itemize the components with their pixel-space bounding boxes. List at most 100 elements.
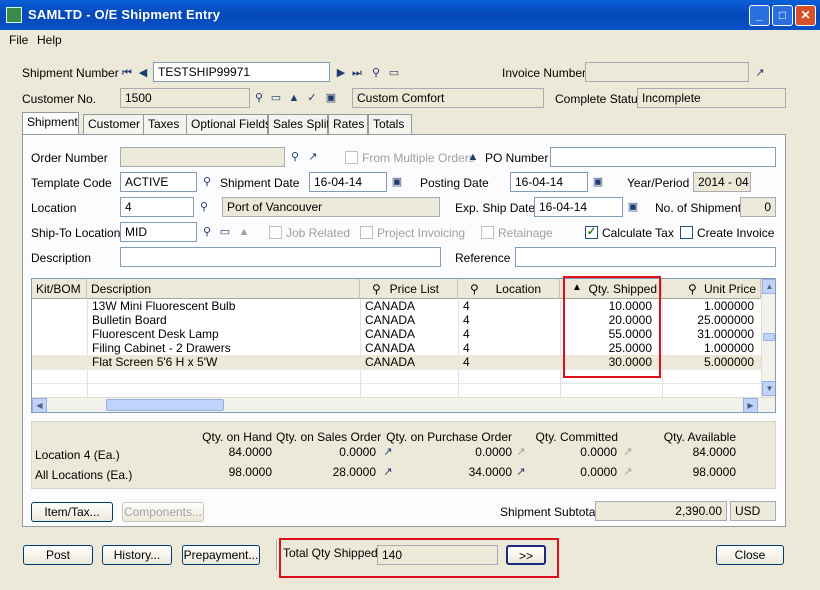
all-purchase-order-drilldown-icon[interactable]: ↗ — [514, 465, 528, 479]
tab-sales-split[interactable]: Sales Split — [268, 114, 330, 134]
template-code-label: Template Code — [31, 176, 112, 190]
post-button[interactable]: Post — [23, 545, 93, 565]
minimize-button[interactable]: _ — [749, 5, 770, 26]
col-unit-price-label: Unit Price — [703, 282, 756, 296]
menu-file[interactable]: File — [9, 33, 28, 47]
tab-shipment[interactable]: Shipment — [22, 112, 79, 134]
calculate-tax-checkbox[interactable]: ✓ — [585, 226, 598, 239]
job-related-checkbox — [269, 226, 282, 239]
shipment-subtotal-field: 2,390.00 — [595, 501, 727, 521]
posting-calendar-icon[interactable]: ▣ — [591, 175, 605, 189]
exp-ship-date-field[interactable]: 16-04-14 — [534, 197, 623, 217]
unit-price-finder-icon[interactable]: ⚲ — [688, 282, 697, 296]
drilldown-icon[interactable]: ↗ — [753, 66, 767, 80]
customer-no-field: 1500 — [120, 88, 250, 108]
customer-check-icon[interactable]: ✓ — [305, 91, 319, 105]
new-document-icon[interactable]: ▭ — [387, 66, 401, 80]
price-list-finder-icon[interactable]: ⚲ — [372, 282, 381, 296]
customer-info-icon[interactable]: ▣ — [324, 91, 338, 105]
po-number-field[interactable] — [550, 147, 776, 167]
ship-to-finder-icon[interactable]: ⚲ — [200, 225, 214, 239]
col-kit-bom[interactable]: Kit/BOM — [32, 279, 87, 299]
row-description: Fluorescent Desk Lamp — [92, 327, 219, 341]
qty-on-purchase-order-header: Qty. on Purchase Order — [386, 430, 512, 444]
all-committed-drilldown-icon: ↗ — [623, 466, 633, 478]
shipment-subtotal-label: Shipment Subtotal — [500, 505, 599, 519]
footer-separator — [276, 540, 278, 570]
history-button[interactable]: History... — [102, 545, 172, 565]
next-record-icon[interactable]: ▶ — [334, 66, 348, 80]
menu-help[interactable]: Help — [37, 33, 62, 47]
all-qty-committed: 0.0000 — [580, 465, 617, 479]
location-qty-on-hand: 84.0000 — [228, 445, 272, 459]
reference-field[interactable] — [515, 247, 776, 267]
close-button[interactable]: Close — [716, 545, 784, 565]
close-window-button[interactable]: ✕ — [795, 5, 816, 26]
exp-ship-date-label: Exp. Ship Date — [455, 201, 536, 215]
shipment-number-field[interactable]: TESTSHIP99971 — [153, 62, 330, 82]
po-number-label: PO Number — [485, 151, 549, 165]
all-locations-label: All Locations (Ea.) — [35, 468, 133, 482]
tab-rates[interactable]: Rates — [328, 114, 368, 134]
all-sales-order-drilldown-icon[interactable]: ↗ — [381, 465, 395, 479]
scroll-left-icon[interactable]: ◀ — [32, 398, 47, 412]
row-price-list: CANADA — [365, 327, 416, 341]
zoom-up-icon[interactable]: ▲ — [287, 91, 301, 105]
ship-to-doc-icon[interactable]: ▭ — [218, 225, 232, 239]
scroll-right-icon[interactable]: ▶ — [743, 398, 758, 412]
col-price-list-label: Price List — [389, 282, 439, 296]
previous-record-icon[interactable]: ◀ — [136, 66, 150, 80]
prepayment-button[interactable]: Prepayment... — [182, 545, 260, 565]
description-field[interactable] — [120, 247, 441, 267]
vertical-scrollbar[interactable]: ▲ ▼ — [761, 279, 775, 397]
qty-shipped-highlight — [563, 276, 661, 378]
vertical-scroll-thumb[interactable] — [763, 333, 775, 341]
tab-taxes[interactable]: Taxes — [143, 114, 188, 134]
shipment-date-field[interactable]: 16-04-14 — [309, 172, 387, 192]
template-finder-icon[interactable]: ⚲ — [200, 175, 214, 189]
order-finder-icon[interactable]: ⚲ — [288, 150, 302, 164]
qty-on-sales-order-header: Qty. on Sales Order — [276, 430, 382, 444]
create-invoice-checkbox[interactable] — [680, 226, 693, 239]
shipment-calendar-icon[interactable]: ▣ — [390, 175, 404, 189]
retainage-checkbox — [481, 226, 494, 239]
row-description: Bulletin Board — [92, 313, 167, 327]
ship-to-location-field[interactable]: MID — [120, 222, 197, 242]
col-unit-price[interactable]: ⚲ Unit Price — [662, 279, 761, 299]
horizontal-scrollbar[interactable]: ◀ ▶ — [32, 397, 775, 412]
all-qty-on-hand: 98.0000 — [228, 465, 272, 479]
tab-totals[interactable]: Totals — [368, 114, 412, 134]
horizontal-scroll-thumb[interactable] — [106, 399, 224, 411]
col-description[interactable]: Description — [87, 279, 360, 299]
order-drilldown-icon[interactable]: ↗ — [306, 150, 320, 164]
currency-field: USD — [730, 501, 776, 521]
location-col-finder-icon[interactable]: ⚲ — [470, 282, 479, 296]
first-record-icon[interactable]: ⏮ — [120, 66, 134, 80]
committed-drilldown-icon: ↗ — [623, 446, 633, 458]
maximize-button[interactable]: □ — [772, 5, 793, 26]
row-location: 4 — [463, 327, 470, 341]
scroll-up-icon[interactable]: ▲ — [762, 279, 775, 294]
posting-date-field[interactable]: 16-04-14 — [510, 172, 588, 192]
po-zoom-icon[interactable]: ▲ — [466, 150, 480, 164]
location-finder-icon[interactable]: ⚲ — [197, 200, 211, 214]
template-code-field[interactable]: ACTIVE — [120, 172, 197, 192]
customer-finder-icon[interactable]: ⚲ — [252, 91, 266, 105]
item-tax-button[interactable]: Item/Tax... — [31, 502, 113, 522]
col-price-list[interactable]: ⚲ Price List — [360, 279, 458, 299]
customer-doc-icon[interactable]: ▭ — [269, 91, 283, 105]
finder-icon[interactable]: ⚲ — [369, 66, 383, 80]
exp-ship-calendar-icon[interactable]: ▣ — [626, 200, 640, 214]
retainage-label: Retainage — [498, 226, 553, 240]
last-record-icon[interactable]: ⏭ — [350, 66, 364, 80]
ship-to-zoom-icon: ▲ — [238, 226, 250, 238]
location-field[interactable]: 4 — [120, 197, 194, 217]
tab-optional-fields[interactable]: Optional Fields — [186, 114, 271, 134]
col-location[interactable]: ⚲ Location — [458, 279, 560, 299]
tab-customer[interactable]: Customer — [83, 114, 145, 134]
detail-grid[interactable]: Kit/BOM Description ⚲ Price List ⚲ Locatio… — [31, 278, 776, 413]
scroll-down-icon[interactable]: ▼ — [762, 381, 775, 396]
row-location: 4 — [463, 313, 470, 327]
row-description: Flat Screen 5'6 H x 5'W — [92, 355, 218, 369]
sales-order-drilldown-icon[interactable]: ↗ — [381, 445, 395, 459]
